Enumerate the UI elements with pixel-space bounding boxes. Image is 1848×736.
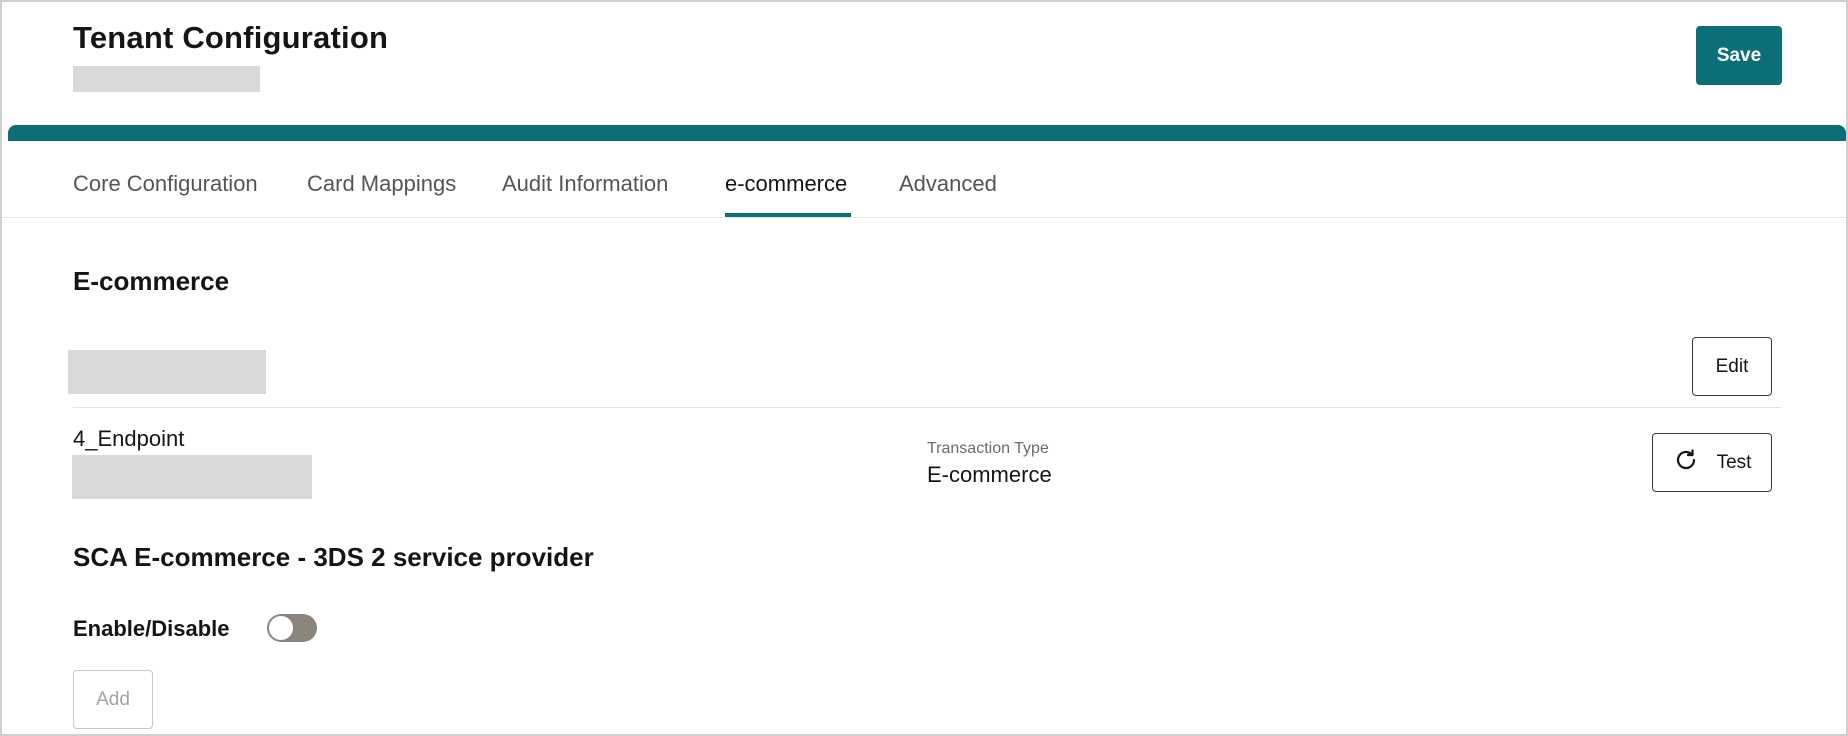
endpoint-detail-placeholder xyxy=(72,455,312,499)
test-button-label: Test xyxy=(1716,451,1752,473)
tab-core-configuration[interactable]: Core Configuration xyxy=(73,171,258,197)
header-accent-band xyxy=(8,125,1846,141)
endpoint-group-placeholder xyxy=(68,350,266,394)
app-frame: Tenant Configuration Save Core Configura… xyxy=(0,0,1848,736)
enable-disable-label: Enable/Disable xyxy=(73,616,230,641)
transaction-type-label: Transaction Type xyxy=(927,440,1049,457)
edit-button[interactable]: Edit xyxy=(1692,337,1772,396)
refresh-icon xyxy=(1673,447,1699,479)
sca-section-title: SCA E-commerce - 3DS 2 service provider xyxy=(73,542,594,572)
active-tab-indicator xyxy=(725,213,851,217)
transaction-type-value: E-commerce xyxy=(927,462,1052,487)
test-button[interactable]: Test xyxy=(1652,433,1772,492)
save-button[interactable]: Save xyxy=(1696,26,1782,85)
endpoint-name: 4_Endpoint xyxy=(73,426,185,451)
page-subtitle-placeholder xyxy=(73,66,260,92)
section-divider xyxy=(73,407,1781,408)
tab-e-commerce[interactable]: e-commerce xyxy=(725,171,847,197)
enable-disable-toggle[interactable] xyxy=(267,614,317,642)
tab-bar: Core Configuration Card Mappings Audit I… xyxy=(2,141,1846,218)
tab-audit-information[interactable]: Audit Information xyxy=(502,171,668,197)
tab-advanced[interactable]: Advanced xyxy=(899,171,997,197)
add-button[interactable]: Add xyxy=(73,670,153,729)
toggle-knob xyxy=(269,616,293,640)
ecommerce-section-title: E-commerce xyxy=(73,266,230,296)
tab-card-mappings[interactable]: Card Mappings xyxy=(307,171,456,197)
page-title: Tenant Configuration xyxy=(73,20,389,55)
